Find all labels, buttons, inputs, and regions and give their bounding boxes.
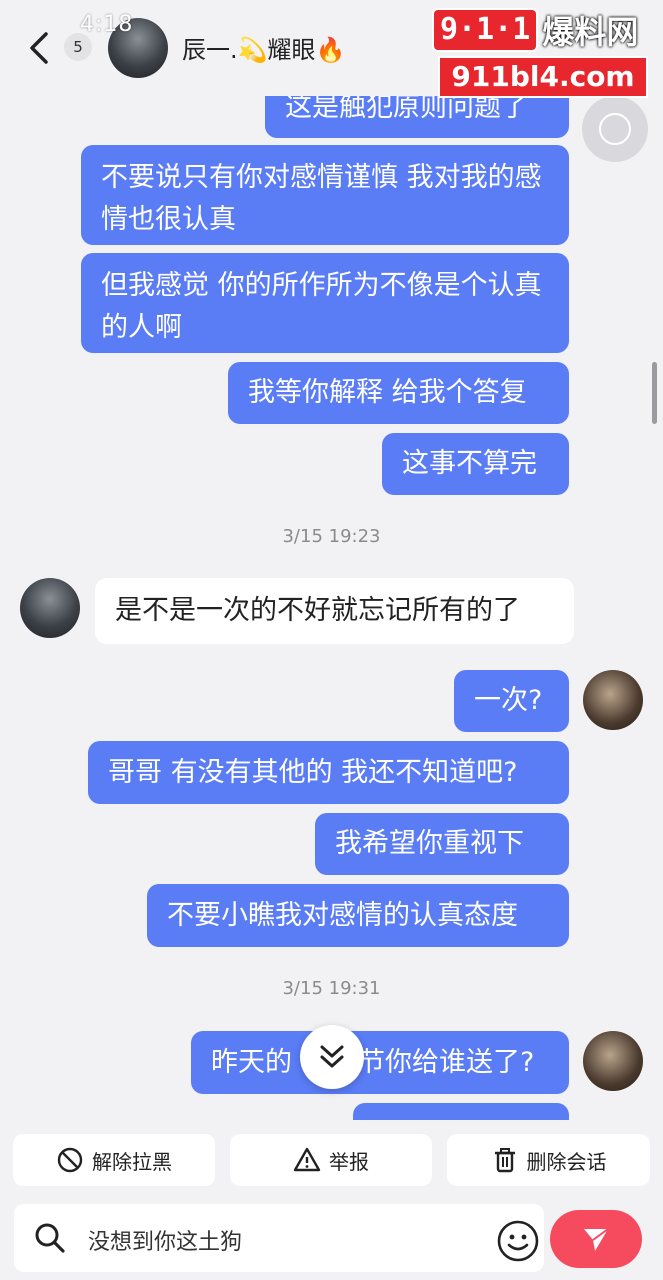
site-watermark: 9·1·1 爆料网 911bl4.com bbox=[432, 8, 650, 98]
watermark-url: 911bl4.com bbox=[438, 56, 648, 98]
action-bar: 解除拉黑 举报 删除会话 bbox=[0, 1120, 663, 1200]
scroll-to-bottom-button[interactable] bbox=[300, 1025, 364, 1089]
delete-conversation-label: 删除会话 bbox=[526, 1149, 607, 1174]
report-label: 举报 bbox=[329, 1149, 369, 1174]
status-bar-time: 4:18 bbox=[80, 12, 134, 37]
message-bubble-sent[interactable]: 不要说只有你对感情谨慎 我对我的感情也很认真 bbox=[81, 145, 569, 245]
send-icon bbox=[584, 1228, 609, 1251]
watermark-badge: 9·1·1 bbox=[432, 8, 539, 52]
unread-count-badge: 5 bbox=[64, 33, 92, 61]
message-timestamp: 3/15 19:23 bbox=[282, 526, 381, 547]
message-timestamp: 3/15 19:31 bbox=[282, 978, 381, 999]
unblock-label: 解除拉黑 bbox=[92, 1149, 172, 1174]
message-bubble-sent[interactable]: 一次? bbox=[454, 670, 569, 732]
report-button[interactable]: 举报 bbox=[230, 1134, 432, 1186]
message-bubble-sent[interactable]: 昨天的 节你给谁送了? bbox=[191, 1031, 569, 1094]
message-bubble-sent-partial[interactable] bbox=[353, 1103, 569, 1120]
chat-header: 5 4:18 辰一.💫耀眼🔥 9·1·1 爆料网 911bl4.com bbox=[0, 0, 663, 98]
message-bubble-sent[interactable]: 我等你解释 给我个答复 bbox=[228, 362, 569, 424]
message-input-text: 没想到你这土狗 bbox=[88, 1230, 243, 1255]
unblock-button[interactable]: 解除拉黑 bbox=[13, 1134, 215, 1186]
message-text-end: 节你给谁送了? bbox=[358, 1047, 535, 1078]
scrollbar[interactable] bbox=[652, 362, 657, 424]
message-bubble-sent[interactable]: 这事不算完 bbox=[382, 433, 569, 495]
emoji-button[interactable] bbox=[496, 1219, 540, 1263]
message-list[interactable]: 这是触犯原则问题了 不要说只有你对感情谨慎 我对我的感情也很认真 但我感觉 你的… bbox=[0, 0, 663, 1120]
watermark-text: 爆料网 bbox=[542, 13, 639, 51]
contact-avatar[interactable] bbox=[20, 578, 80, 638]
message-bubble-sent[interactable]: 我希望你重视下 bbox=[315, 813, 569, 875]
my-avatar[interactable] bbox=[583, 670, 643, 730]
chevron-left-icon bbox=[30, 32, 48, 64]
message-bubble-sent[interactable]: 不要小瞧我对感情的认真态度 bbox=[147, 884, 569, 947]
message-bubble-sent[interactable]: 但我感觉 你的所作所为不像是个认真的人啊 bbox=[81, 253, 569, 353]
double-chevron-down-icon bbox=[320, 1045, 344, 1068]
delete-conversation-button[interactable]: 删除会话 bbox=[447, 1134, 650, 1186]
message-input[interactable]: 没想到你这土狗 bbox=[14, 1204, 544, 1272]
smile-icon bbox=[497, 1220, 539, 1262]
send-button[interactable] bbox=[550, 1210, 642, 1268]
message-bubble-sent[interactable]: 哥哥 有没有其他的 我还不知道吧? bbox=[88, 741, 569, 804]
trash-icon bbox=[494, 1148, 515, 1173]
message-bubble-received[interactable]: 是不是一次的不好就忘记所有的了 bbox=[95, 578, 574, 644]
warning-icon bbox=[293, 1147, 321, 1172]
message-input-bar: 没想到你这土狗 bbox=[0, 1200, 663, 1280]
message-text-start: 昨天的 bbox=[211, 1047, 292, 1078]
contact-name[interactable]: 辰一.💫耀眼🔥 bbox=[182, 30, 345, 65]
floating-assist-button[interactable] bbox=[582, 96, 648, 162]
back-button[interactable] bbox=[22, 26, 62, 70]
search-icon bbox=[35, 1223, 65, 1253]
ban-icon bbox=[57, 1147, 83, 1173]
my-avatar[interactable] bbox=[583, 1031, 643, 1091]
